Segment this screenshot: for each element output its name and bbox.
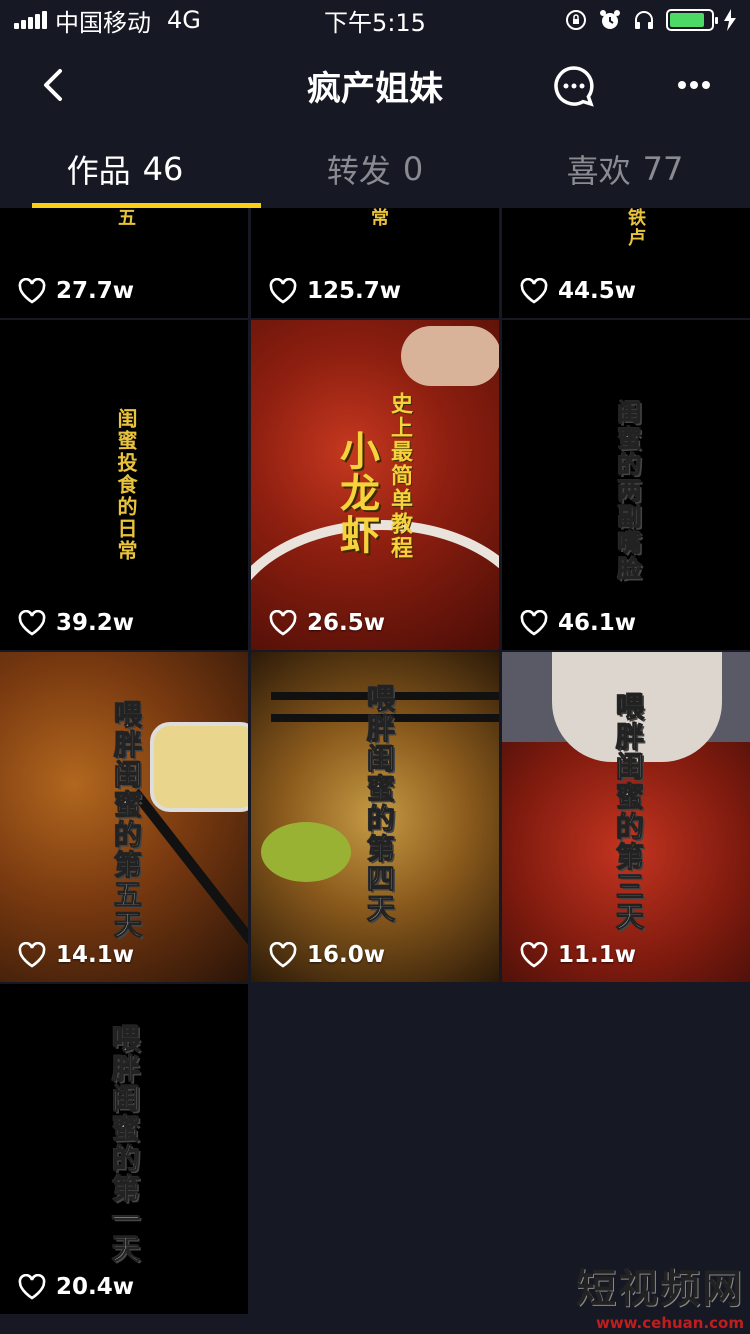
back-button[interactable] (30, 62, 76, 108)
video-caption: 常 (368, 208, 389, 228)
video-caption: 喂胖闺蜜的第三天 (612, 692, 646, 933)
video-thumbnail[interactable]: 闺蜜的两副嘴脸 46.1w (502, 320, 750, 650)
pepper-image (261, 822, 351, 882)
heart-icon (520, 278, 548, 304)
like-count: 14.1w (18, 942, 134, 968)
heart-icon (18, 1274, 46, 1300)
tab-count: 77 (642, 150, 684, 188)
heart-icon (18, 610, 46, 636)
tab-label: 作品 (66, 152, 131, 190)
video-thumbnail[interactable]: 闺蜜投食的日常 39.2w (0, 320, 248, 650)
heart-icon (18, 942, 46, 968)
more-dot-icon (702, 81, 710, 89)
video-thumbnail[interactable]: 喂胖闺蜜的第三天 11.1w (502, 652, 750, 982)
status-bar: 中国移动 4G 下午5:15 (0, 0, 750, 40)
more-button[interactable] (672, 70, 716, 100)
tab-count: 46 (142, 150, 184, 188)
message-button[interactable] (552, 64, 596, 108)
page-title: 疯产姐妹 (307, 68, 443, 109)
more-dot-icon (690, 81, 698, 89)
watermark-url: www.cehuan.com (595, 1314, 744, 1332)
like-count: 11.1w (520, 942, 636, 968)
like-count: 16.0w (269, 942, 385, 968)
video-thumbnail[interactable]: 小龙虾 史上最简单教程 26.5w (251, 320, 499, 650)
video-caption: 喂胖闺蜜的第五天 (110, 700, 144, 941)
nav-bar: 疯产姐妹 (0, 40, 750, 130)
video-caption: 闺蜜的两副嘴脸 (613, 400, 642, 583)
video-thumbnail[interactable]: 喂胖闺蜜的第四天 16.0w (251, 652, 499, 982)
tab-likes[interactable]: 喜欢 77 (500, 130, 750, 208)
chevron-left-icon (44, 69, 62, 101)
like-count: 39.2w (18, 610, 134, 636)
like-count: 125.7w (269, 278, 401, 304)
profile-tabs: 作品 46 转发 0 喜欢 77 (0, 130, 750, 208)
video-caption: 铁卢 (625, 208, 646, 248)
tab-reposts[interactable]: 转发 0 (250, 130, 500, 208)
carrier-label: 中国移动 (55, 8, 151, 37)
video-caption-subtitle: 史上最简单教程 (387, 392, 412, 560)
orientation-lock-icon (566, 10, 586, 30)
tab-works[interactable]: 作品 46 (0, 130, 250, 208)
video-thumbnail[interactable]: 五 27.7w (0, 208, 248, 318)
video-thumbnail[interactable]: 常 125.7w (251, 208, 499, 318)
site-watermark: 短视频网 www.cehuan.com (576, 1256, 744, 1332)
alarm-icon (600, 10, 620, 29)
heart-icon (269, 942, 297, 968)
network-label: 4G (167, 6, 201, 34)
charging-icon (724, 9, 736, 31)
video-caption: 五 (115, 208, 136, 228)
video-caption: 闺蜜投食的日常 (114, 408, 138, 562)
like-count: 26.5w (269, 610, 385, 636)
video-thumbnail[interactable]: 喂胖闺蜜的第五天 14.1w (0, 652, 248, 982)
video-caption: 喂胖闺蜜的第四天 (363, 684, 397, 925)
heart-icon (520, 942, 548, 968)
battery-icon (666, 9, 718, 31)
heart-icon (520, 610, 548, 636)
like-count: 27.7w (18, 278, 134, 304)
watermark-title: 短视频网 (576, 1265, 744, 1312)
tab-count: 0 (402, 150, 424, 188)
signal-icon (14, 11, 47, 29)
more-dot-icon (678, 81, 686, 89)
sauce-bowl-image (150, 722, 248, 812)
status-time: 下午5:15 (324, 8, 426, 37)
chopsticks-image (131, 788, 248, 969)
video-caption-title: 小龙虾 (333, 430, 379, 556)
heart-icon (269, 278, 297, 304)
video-thumbnail[interactable]: 喂胖闺蜜的第一天 20.4w (0, 984, 248, 1314)
like-count: 44.5w (520, 278, 636, 304)
chat-bubble-icon (554, 66, 594, 107)
heart-icon (18, 278, 46, 304)
like-count: 46.1w (520, 610, 636, 636)
video-caption: 喂胖闺蜜的第一天 (108, 1024, 142, 1265)
heart-icon (269, 610, 297, 636)
headphones-icon (635, 11, 653, 29)
tab-label: 转发 (326, 152, 391, 190)
like-count: 20.4w (18, 1274, 134, 1300)
video-thumbnail[interactable]: 铁卢 44.5w (502, 208, 750, 318)
tab-label: 喜欢 (566, 152, 631, 190)
hand-image (401, 326, 499, 386)
